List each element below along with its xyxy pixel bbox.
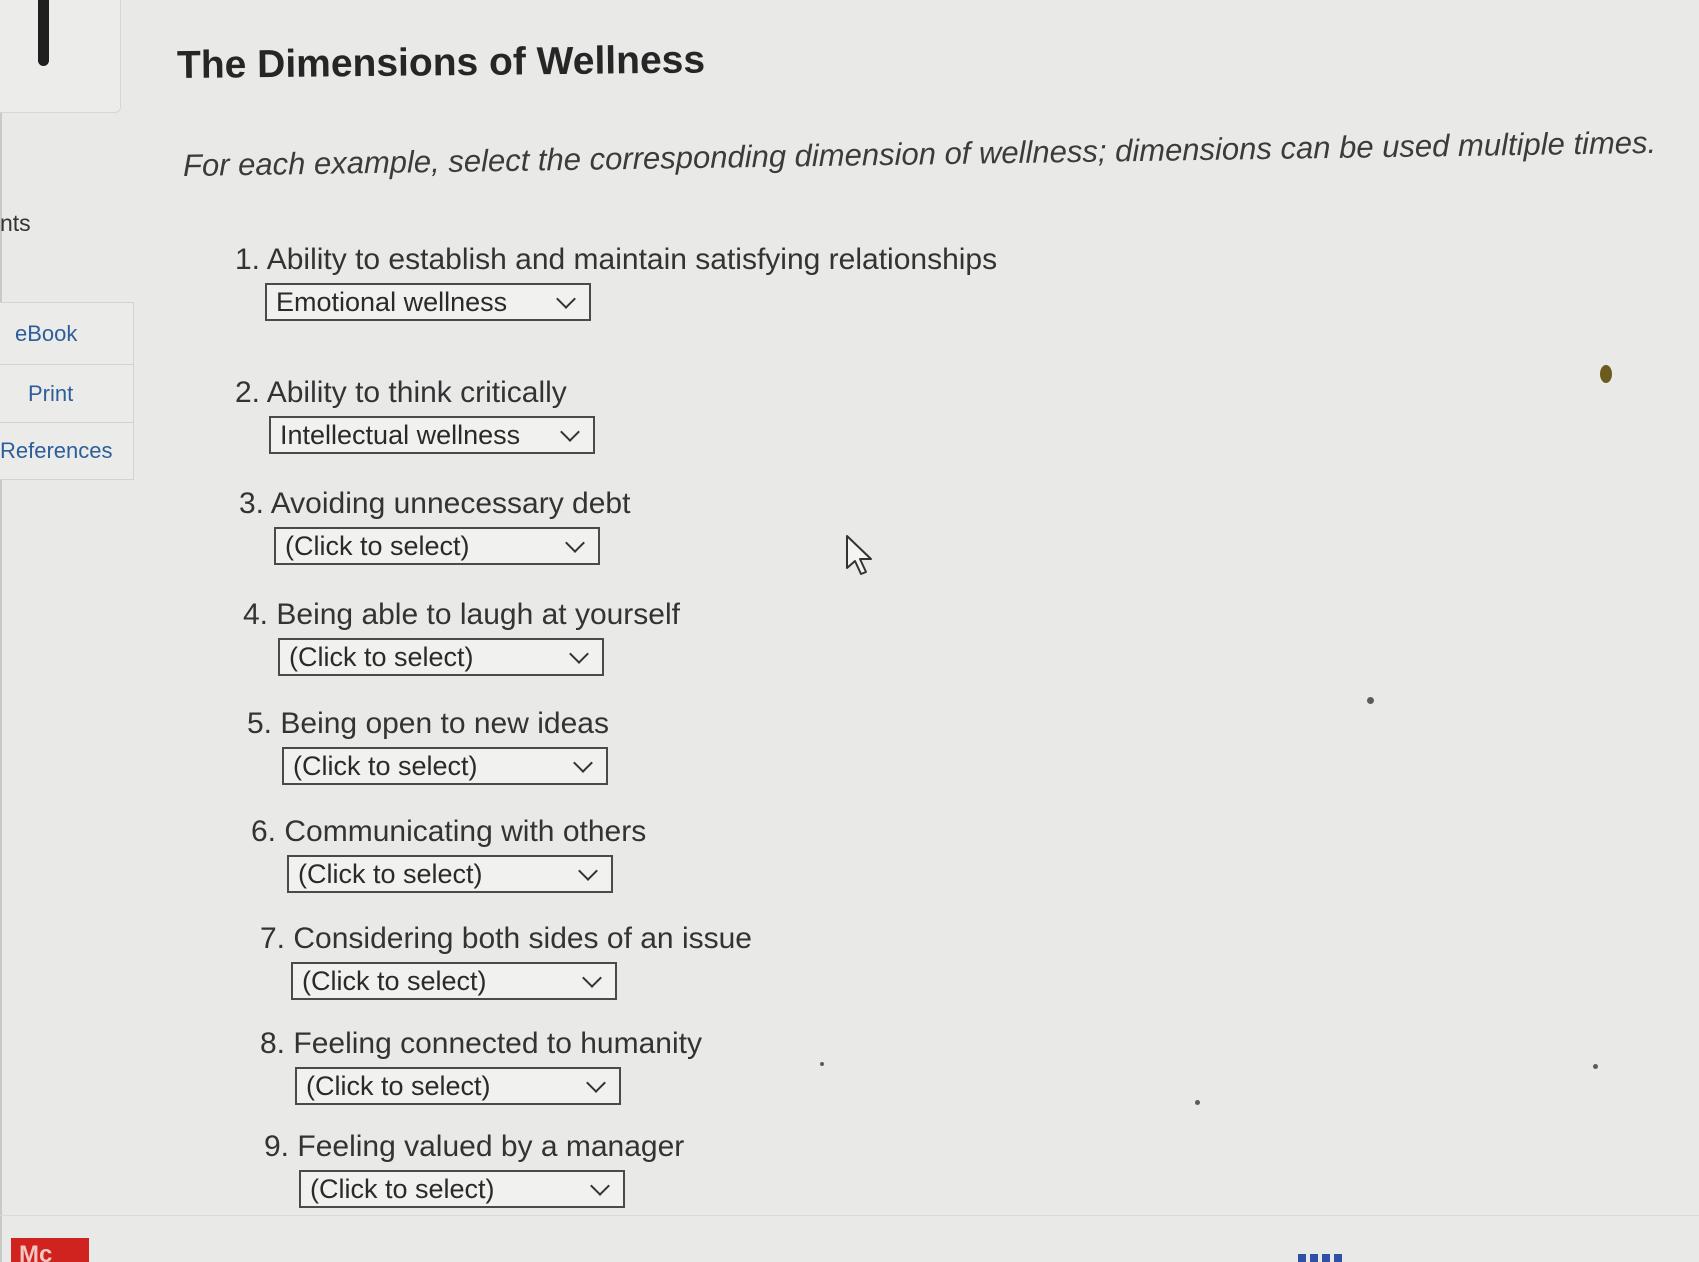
sidebar-item-references[interactable]: References <box>0 423 134 480</box>
question-item: 4. Being able to laugh at yourself (Clic… <box>243 598 680 676</box>
dimension-select[interactable]: (Click to select) <box>287 855 613 893</box>
question-label: 9. Feeling valued by a manager <box>264 1130 684 1164</box>
question-text: Being open to new ideas <box>280 707 609 740</box>
select-value: (Click to select) <box>285 530 470 561</box>
question-item: 1. Ability to establish and maintain sat… <box>235 243 997 321</box>
select-value: (Click to select) <box>310 1173 495 1204</box>
select-value: (Click to select) <box>293 750 478 781</box>
question-number: 2. <box>235 376 261 409</box>
question-number: 4. <box>243 598 269 631</box>
panel-handle[interactable] <box>38 0 49 66</box>
question-number: 8. <box>260 1027 286 1060</box>
indicator-block <box>1310 1254 1318 1262</box>
select-value: (Click to select) <box>298 858 483 889</box>
question-text: Communicating with others <box>284 815 647 848</box>
bottom-indicator <box>1298 1254 1342 1262</box>
select-value: Emotional wellness <box>276 286 508 317</box>
question-item: 5. Being open to new ideas (Click to sel… <box>247 707 609 785</box>
select-value: (Click to select) <box>302 965 487 996</box>
chevron-down-icon <box>578 860 598 881</box>
dimension-select[interactable]: (Click to select) <box>274 527 600 565</box>
indicator-block <box>1322 1254 1330 1262</box>
question-text: Feeling valued by a manager <box>297 1130 685 1163</box>
chevron-down-icon <box>560 421 580 442</box>
question-label: 7. Considering both sides of an issue <box>260 922 752 956</box>
question-text: Ability to think critically <box>266 376 567 409</box>
question-number: 1. <box>235 243 261 276</box>
screen-speck <box>1593 1064 1598 1069</box>
question-text: Feeling connected to humanity <box>293 1027 702 1060</box>
question-number: 3. <box>239 487 265 520</box>
question-label: 3. Avoiding unnecessary debt <box>239 487 630 521</box>
select-value: (Click to select) <box>289 641 474 672</box>
question-label: 1. Ability to establish and maintain sat… <box>235 243 997 277</box>
left-rail <box>0 0 2 1262</box>
sidebar-item-print[interactable]: Print <box>0 365 134 423</box>
indicator-block <box>1334 1254 1342 1262</box>
question-number: 6. <box>251 815 277 848</box>
dimension-select[interactable]: (Click to select) <box>299 1170 625 1208</box>
question-item: 3. Avoiding unnecessary debt (Click to s… <box>239 487 630 565</box>
dimension-select[interactable]: (Click to select) <box>291 962 617 1000</box>
dimension-select[interactable]: (Click to select) <box>282 747 608 785</box>
sidebar-tabs: eBook Print References <box>0 302 134 480</box>
question-number: 9. <box>264 1130 290 1163</box>
question-item: 9. Feeling valued by a manager (Click to… <box>264 1130 684 1208</box>
dimension-select[interactable]: Emotional wellness <box>265 283 591 321</box>
select-value: (Click to select) <box>306 1070 491 1101</box>
select-value: Intellectual wellness <box>280 419 521 450</box>
question-item: 2. Ability to think critically Intellect… <box>235 376 595 454</box>
chevron-down-icon <box>586 1072 606 1093</box>
question-text: Being able to laugh at yourself <box>276 598 680 631</box>
question-label: 4. Being able to laugh at yourself <box>243 598 680 632</box>
screen-speck <box>1195 1100 1200 1105</box>
question-item: 6. Communicating with others (Click to s… <box>251 815 646 893</box>
question-item: 7. Considering both sides of an issue (C… <box>260 922 752 1000</box>
page-title: The Dimensions of Wellness <box>176 38 706 87</box>
question-number: 7. <box>260 922 286 955</box>
screen-speck <box>1367 697 1374 704</box>
question-text: Considering both sides of an issue <box>293 922 752 955</box>
instruction-text: For each example, select the correspondi… <box>182 124 1657 183</box>
question-label: 5. Being open to new ideas <box>247 707 609 741</box>
question-label: 8. Feeling connected to humanity <box>260 1027 702 1061</box>
divider <box>0 1215 1699 1216</box>
chevron-down-icon <box>556 288 576 309</box>
sidebar-heading: nts <box>0 210 31 236</box>
mouse-cursor-icon <box>846 535 872 575</box>
question-label: 2. Ability to think critically <box>235 376 595 410</box>
chevron-down-icon <box>569 643 589 664</box>
screen-spot <box>1600 365 1612 383</box>
chevron-down-icon <box>590 1175 610 1196</box>
top-panel <box>0 0 121 113</box>
brand-logo: Mc <box>11 1238 89 1262</box>
screen-speck <box>820 1062 824 1066</box>
chevron-down-icon <box>565 532 585 553</box>
indicator-block <box>1298 1254 1306 1262</box>
question-text: Avoiding unnecessary debt <box>270 487 631 520</box>
sidebar-item-ebook[interactable]: eBook <box>0 302 134 365</box>
dimension-select[interactable]: (Click to select) <box>295 1067 621 1105</box>
dimension-select[interactable]: Intellectual wellness <box>269 416 595 454</box>
question-text: Ability to establish and maintain satisf… <box>266 243 998 276</box>
question-number: 5. <box>247 707 273 740</box>
question-label: 6. Communicating with others <box>251 815 646 849</box>
chevron-down-icon <box>573 752 593 773</box>
chevron-down-icon <box>582 967 602 988</box>
dimension-select[interactable]: (Click to select) <box>278 638 604 676</box>
question-item: 8. Feeling connected to humanity (Click … <box>260 1027 702 1105</box>
